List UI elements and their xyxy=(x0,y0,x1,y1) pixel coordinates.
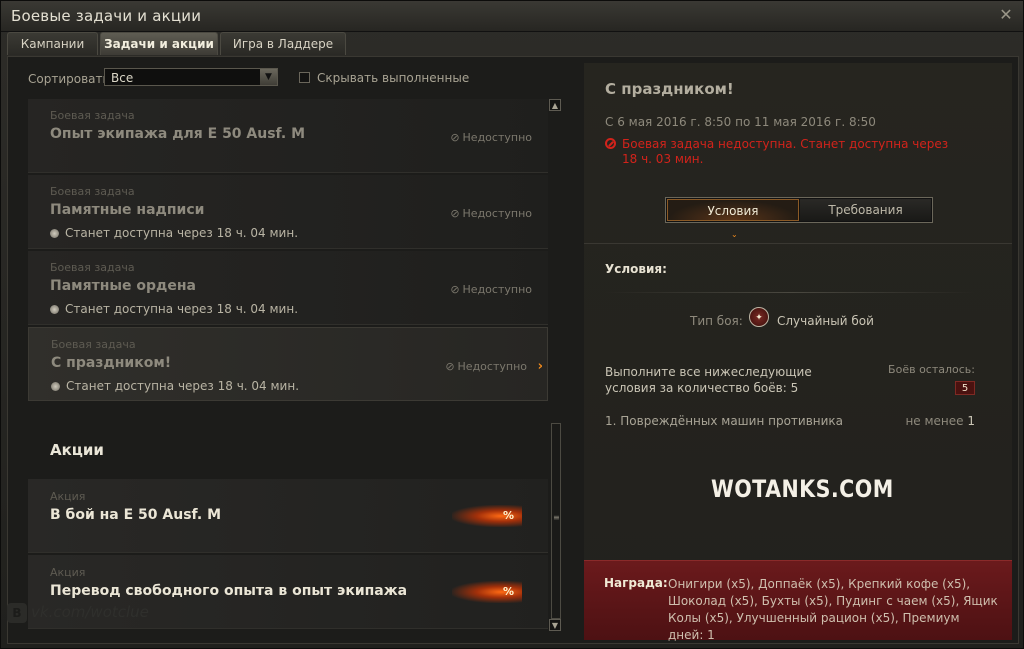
close-icon[interactable]: ✕ xyxy=(997,6,1015,24)
window-title: Боевые задачи и акции xyxy=(11,7,202,25)
discount-badge: % xyxy=(452,581,522,603)
watermark: Bvk.com/wotclue xyxy=(7,603,149,623)
quest-type: Боевая задача xyxy=(51,338,136,351)
quest-availability: Станет доступна через 18 ч. 04 мин. xyxy=(51,379,299,393)
hide-completed-label[interactable]: Скрывать выполненные xyxy=(317,71,469,85)
reward-label: Награда: xyxy=(604,576,668,590)
detail-segment-control: Условия ⌄ Требования xyxy=(665,197,933,239)
divider xyxy=(605,292,975,293)
action-type: Акция xyxy=(50,566,86,579)
quest-list-panel: Сортировать: Все ▼ Скрывать выполненные … xyxy=(21,63,569,639)
battles-left-badge: 5 xyxy=(955,381,975,395)
quest-list-scrollbar[interactable]: ▲ ≡ ▼ xyxy=(549,99,563,631)
sort-dropdown-value: Все xyxy=(111,71,134,85)
battle-type-label: Тип боя: xyxy=(690,314,743,328)
quest-status-text: Недоступно xyxy=(457,360,527,373)
quest-name: Памятные ордена xyxy=(50,278,196,294)
grip-icon: ≡ xyxy=(553,513,560,522)
clock-icon xyxy=(50,305,59,314)
divider xyxy=(584,243,1012,244)
reward-panel: Награда: Онигири (x5), Доппаёк (x5), Кре… xyxy=(584,560,1012,642)
quest-list: Боевая задача Опыт экипажа для E 50 Ausf… xyxy=(28,99,548,639)
missions-window: Боевые задачи и акции ✕ Кампании Задачи … xyxy=(0,0,1024,649)
tab-ladder[interactable]: Игра в Ладдере xyxy=(220,32,346,55)
tab-conditions[interactable]: Условия ⌄ xyxy=(667,199,799,239)
tab-conditions-label: Условия xyxy=(707,204,759,218)
lock-icon: ⊘ xyxy=(450,207,460,220)
quest-type: Боевая задача xyxy=(50,185,135,198)
reward-text: Онигири (x5), Доппаёк (x5), Крепкий кофе… xyxy=(668,577,998,642)
action-name: Перевод свободного опыта в опыт экипажа xyxy=(50,583,408,599)
warning-text: Боевая задача недоступна. Станет доступн… xyxy=(622,137,949,166)
sort-dropdown[interactable]: Все ▼ xyxy=(104,68,278,86)
quest-availability: Станет доступна через 18 ч. 04 мин. xyxy=(50,302,298,316)
vk-logo-icon: B xyxy=(7,603,27,623)
action-name: В бой на E 50 Ausf. M xyxy=(50,507,221,523)
lock-icon: ⊘ xyxy=(450,283,460,296)
quest-availability-text: Станет доступна через 18 ч. 04 мин. xyxy=(65,226,299,240)
window-titlebar[interactable]: Боевые задачи и акции ✕ xyxy=(1,1,1023,32)
condition-requirement: не менее 1 xyxy=(905,414,975,428)
quest-availability: Станет доступна через 18 ч. 04 мин. xyxy=(50,226,298,240)
discount-badge: % xyxy=(452,505,522,527)
random-battle-icon: ✦ xyxy=(749,307,769,327)
quest-status: ⊘ Недоступно xyxy=(450,207,532,220)
quest-status: ⊘ Недоступно xyxy=(445,360,527,373)
battle-type-value: Случайный бой xyxy=(777,314,874,328)
task-description: Выполните все нижеследующие условия за к… xyxy=(605,365,812,395)
watermark-text: vk.com/wotclue xyxy=(31,603,149,621)
overlay-watermark: WOTANKS.COM xyxy=(711,475,894,503)
tab-campaigns[interactable]: Кампании xyxy=(7,32,98,55)
sort-label: Сортировать: xyxy=(28,72,114,86)
quest-availability-text: Станет доступна через 18 ч. 04 мин. xyxy=(66,379,300,393)
clock-icon xyxy=(50,229,59,238)
detail-dates: С 6 мая 2016 г. 8:50 по 11 мая 2016 г. 8… xyxy=(605,115,876,129)
quest-status: ⊘ Недоступно xyxy=(450,283,532,296)
scroll-up-icon[interactable]: ▲ xyxy=(549,99,561,111)
list-item[interactable]: Боевая задача Памятные надписи ⊘ Недоступ… xyxy=(28,175,548,249)
quest-type: Боевая задача xyxy=(50,261,135,274)
quest-detail-panel: С праздником! С 6 мая 2016 г. 8:50 по 11… xyxy=(584,63,1012,642)
quest-type: Боевая задача xyxy=(50,109,135,122)
list-item-selected[interactable]: Боевая задача С праздником! ⊘ Недоступно … xyxy=(28,327,548,401)
chevron-down-icon[interactable]: ▼ xyxy=(260,69,277,85)
detail-title: С праздником! xyxy=(605,80,734,98)
quest-status-text: Недоступно xyxy=(462,283,532,296)
condition-req-text: не менее xyxy=(905,414,964,428)
battles-left-label: Боёв осталось: xyxy=(888,363,975,376)
list-item[interactable]: Акция В бой на E 50 Ausf. M % xyxy=(28,479,548,553)
scroll-thumb[interactable]: ≡ xyxy=(551,423,561,619)
quest-status-text: Недоступно xyxy=(462,131,532,144)
quest-status: ⊘ Недоступно xyxy=(450,131,532,144)
chevron-right-icon: › xyxy=(537,359,543,374)
actions-section-title: Акции xyxy=(50,441,104,459)
quest-name: Памятные надписи xyxy=(50,202,205,218)
lock-icon: ⊘ xyxy=(445,360,455,373)
list-item[interactable]: Боевая задача Опыт экипажа для E 50 Ausf… xyxy=(28,99,548,173)
no-entry-icon xyxy=(605,138,616,149)
list-item[interactable]: Боевая задача Памятные ордена ⊘ Недоступн… xyxy=(28,251,548,325)
percent-icon: % xyxy=(502,509,514,522)
quest-name: С праздником! xyxy=(51,355,172,371)
scroll-down-icon[interactable]: ▼ xyxy=(549,619,561,631)
tab-requirements[interactable]: Требования xyxy=(800,199,931,221)
lock-icon: ⊘ xyxy=(450,131,460,144)
quest-availability-text: Станет доступна через 18 ч. 04 мин. xyxy=(65,302,299,316)
percent-icon: % xyxy=(502,585,514,598)
action-type: Акция xyxy=(50,490,86,503)
tab-missions-and-actions[interactable]: Задачи и акции xyxy=(100,32,218,55)
quest-status-text: Недоступно xyxy=(462,207,532,220)
condition-req-value: 1 xyxy=(967,414,975,428)
hide-completed-checkbox[interactable] xyxy=(299,72,310,83)
condition-row: 1. Повреждённых машин противника xyxy=(605,414,844,428)
clock-icon xyxy=(51,382,60,391)
conditions-title: Условия: xyxy=(605,262,667,276)
quest-name: Опыт экипажа для E 50 Ausf. M xyxy=(50,126,306,142)
